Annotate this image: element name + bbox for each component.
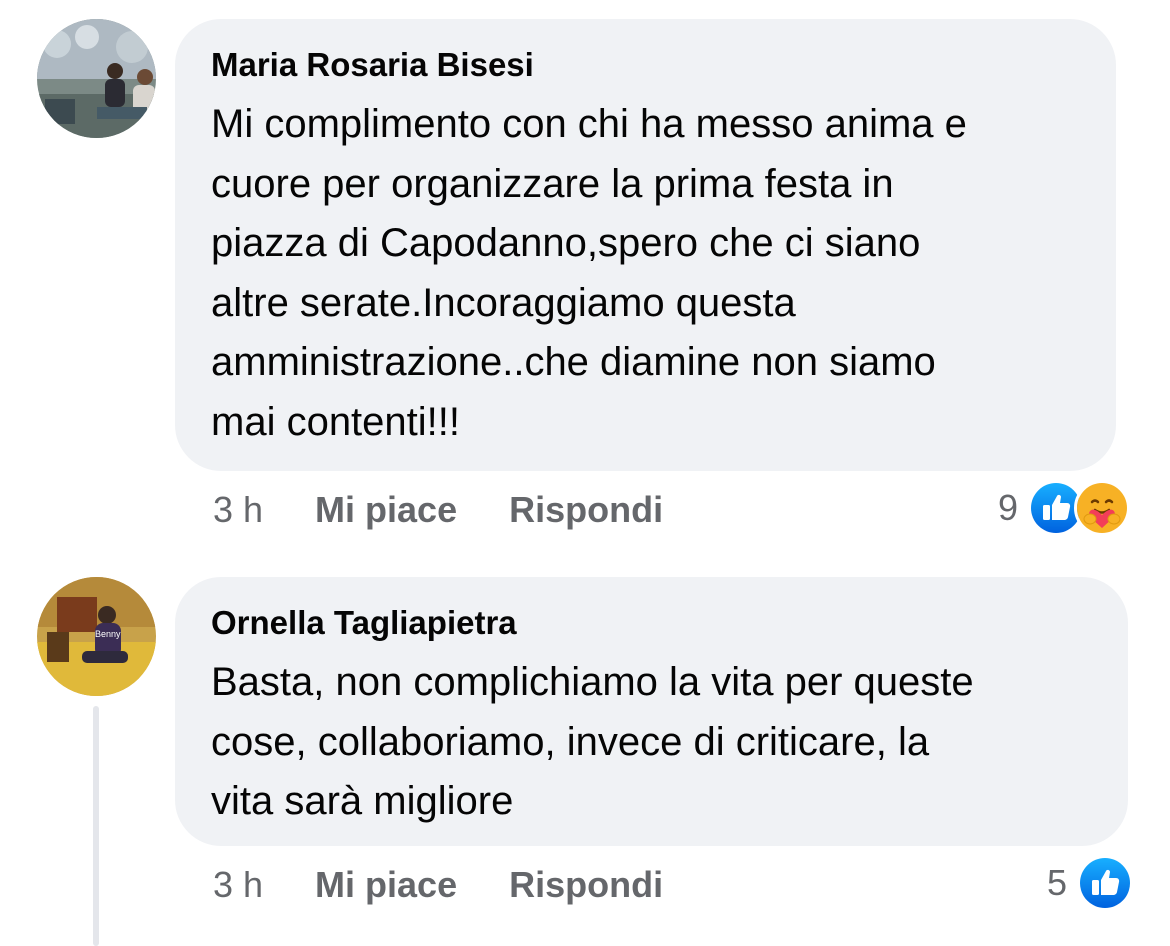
comment-text-line: Basta, non complichiamo la vita per ques… (211, 660, 974, 704)
comment-actions: 3 h Mi piace Rispondi (213, 862, 663, 908)
comment-timestamp[interactable]: 3 h (213, 489, 263, 531)
comment-text-line: Mi complimento con chi ha messo anima e (211, 102, 967, 146)
comment-bubble: Maria Rosaria Bisesi Mi complimento con … (175, 19, 1116, 471)
comment-timestamp[interactable]: 3 h (213, 864, 263, 906)
reaction-count: 9 (998, 487, 1019, 528)
comment-text-line: piazza di Capodanno,spero che ci siano (211, 221, 921, 265)
reaction-count: 5 (1047, 862, 1068, 903)
reactions-summary[interactable]: 9 (998, 480, 1131, 536)
avatar-caption: Benny (95, 629, 121, 639)
avatar[interactable] (37, 19, 156, 138)
comment-author[interactable]: Ornella Tagliapietra (211, 603, 1092, 643)
reply-button[interactable]: Rispondi (509, 864, 663, 906)
comment-actions: 3 h Mi piace Rispondi (213, 487, 663, 533)
comment-text-line: cose, collaboriamo, invece di criticare,… (211, 719, 930, 764)
like-button[interactable]: Mi piace (315, 864, 457, 906)
like-button[interactable]: Mi piace (315, 489, 457, 531)
avatar[interactable]: Benny (37, 577, 156, 696)
comment-text-line: vita sarà migliore (211, 779, 514, 823)
comment-text-line: altre serate.Incoraggiamo questa (211, 280, 796, 325)
avatar-photo: Benny (37, 577, 156, 696)
comment-bubble: Ornella Tagliapietra Basta, non complich… (175, 577, 1128, 846)
thread-connector (93, 706, 99, 946)
avatar-photo (37, 19, 156, 138)
reply-button[interactable]: Rispondi (509, 489, 663, 531)
reactions-summary[interactable]: 5 (1047, 855, 1134, 911)
comment-text: Basta, non complichiamo la vita per ques… (211, 653, 1092, 832)
comment-text-line: amministrazione..che diamine non siamo (211, 340, 936, 384)
care-reaction-icon (1074, 480, 1131, 536)
like-reaction-icon (1077, 855, 1134, 911)
comment-text-line: mai contenti!!! (211, 399, 461, 444)
comment-text: Mi complimento con chi ha messo anima e … (211, 95, 1080, 452)
comment-author[interactable]: Maria Rosaria Bisesi (211, 45, 1080, 85)
comment-text-line: cuore per organizzare la prima festa in (211, 161, 894, 206)
